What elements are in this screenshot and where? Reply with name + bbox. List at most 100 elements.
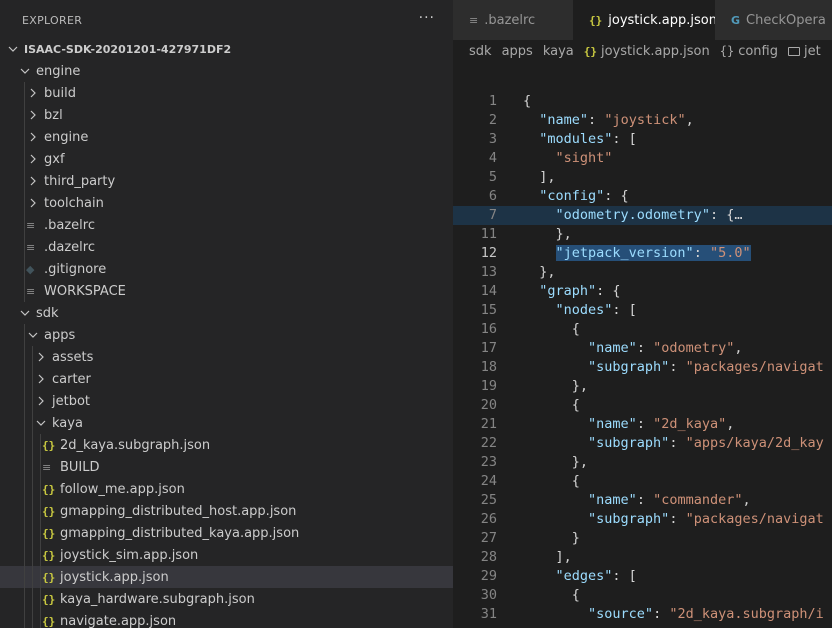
chevron-right-icon[interactable] <box>28 110 38 120</box>
line-number: 23 <box>480 454 497 470</box>
tree-item-label: 2d_kaya.subgraph.json <box>60 437 211 453</box>
code-line[interactable]: 15 "nodes": [ <box>453 301 832 320</box>
code-line[interactable]: 23 }, <box>453 453 832 472</box>
code-line[interactable]: 30 { <box>453 586 832 605</box>
more-actions-icon[interactable]: ··· <box>419 10 435 26</box>
chevron-down-icon[interactable] <box>8 44 18 54</box>
code-line[interactable]: 29 "edges": [ <box>453 567 832 586</box>
chevron-right-icon[interactable] <box>28 154 38 164</box>
indent-guide <box>24 412 25 434</box>
code-text: }, <box>523 264 556 280</box>
tree-file[interactable]: {} joystick.app.json <box>0 566 453 588</box>
chevron-right-icon[interactable] <box>28 88 38 98</box>
code-line[interactable]: 24 { <box>453 472 832 491</box>
tree-folder[interactable]: carter <box>0 368 453 390</box>
code-line[interactable]: 14 "graph": { <box>453 282 832 301</box>
chevron-right-icon[interactable] <box>36 396 46 406</box>
code-text: "odometry.odometry": {… <box>555 207 743 223</box>
code-line[interactable]: 19 }, <box>453 377 832 396</box>
chevron-down-icon[interactable] <box>20 66 30 76</box>
code-line[interactable]: 1{ <box>453 92 832 111</box>
code-line[interactable]: 5 ], <box>453 168 832 187</box>
code-line[interactable]: 3 "modules": [ <box>453 130 832 149</box>
tree-folder[interactable]: gxf <box>0 148 453 170</box>
tree-folder[interactable]: apps <box>0 324 453 346</box>
tree-folder[interactable]: kaya <box>0 412 453 434</box>
tree-folder[interactable]: sdk <box>0 302 453 324</box>
chevron-down-icon[interactable] <box>36 418 46 428</box>
indent-guide <box>40 588 41 610</box>
chevron-right-icon[interactable] <box>28 198 38 208</box>
tree-folder[interactable]: engine <box>0 60 453 82</box>
tree-file[interactable]: ≡ BUILD <box>0 456 453 478</box>
indent-guide <box>24 214 25 236</box>
code-line[interactable]: 28 ], <box>453 548 832 567</box>
tree-folder[interactable]: third_party <box>0 170 453 192</box>
tree-file[interactable]: {} 2d_kaya.subgraph.json <box>0 434 453 456</box>
breadcrumb-item[interactable]: joystick.app.json <box>601 44 710 59</box>
indent-guide <box>32 478 33 500</box>
code-line[interactable]: 13 }, <box>453 263 832 282</box>
chevron-down-icon[interactable] <box>28 330 38 340</box>
chevron-right-icon[interactable] <box>28 176 38 186</box>
tree-folder[interactable]: engine <box>0 126 453 148</box>
tree-file[interactable]: ≡ .dazelrc <box>0 236 453 258</box>
indent-guide <box>24 434 25 456</box>
breadcrumb-item[interactable]: config <box>738 44 778 59</box>
indent-guide <box>24 126 25 148</box>
code-line[interactable]: 21 "name": "2d_kaya", <box>453 415 832 434</box>
tree-file[interactable]: {} follow_me.app.json <box>0 478 453 500</box>
tree-file[interactable]: {} navigate.app.json <box>0 610 453 628</box>
code-line[interactable]: 22 "subgraph": "apps/kaya/2d_kay <box>453 434 832 453</box>
tree-folder[interactable]: bzl <box>0 104 453 126</box>
tree-item-label: WORKSPACE <box>44 283 126 299</box>
tree-folder[interactable]: jetbot <box>0 390 453 412</box>
tree-file[interactable]: {} gmapping_distributed_kaya.app.json <box>0 522 453 544</box>
breadcrumb-item[interactable]: jet <box>804 44 821 59</box>
tree-file[interactable]: {} joystick_sim.app.json <box>0 544 453 566</box>
code-line[interactable]: 7 "odometry.odometry": {… <box>453 206 832 225</box>
tree-folder[interactable]: build <box>0 82 453 104</box>
chevron-right-icon[interactable] <box>36 374 46 384</box>
code-text: "jetpack_version": "5.0" <box>555 245 751 261</box>
breadcrumb-item[interactable]: apps <box>502 44 533 59</box>
tree-item-label: BUILD <box>60 459 100 475</box>
line-number: 22 <box>480 435 497 451</box>
code-line[interactable]: 12 "jetpack_version": "5.0" <box>453 244 832 263</box>
code-line[interactable]: 27 } <box>453 529 832 548</box>
indent-guide <box>40 434 41 456</box>
code-line[interactable]: 16 { <box>453 320 832 339</box>
tab--bazelrc[interactable]: ≡ .bazelrc <box>453 0 573 40</box>
code-line[interactable]: 18 "subgraph": "packages/navigat <box>453 358 832 377</box>
tree-file[interactable]: ≡ WORKSPACE <box>0 280 453 302</box>
editor-tabs: ≡.bazelrc{}joystick.app.json×GCheckOpera <box>453 0 832 40</box>
tab-joystick-app-json[interactable]: {}joystick.app.json× <box>573 0 735 40</box>
breadcrumb-item[interactable]: sdk <box>469 44 492 59</box>
code-line[interactable]: 2 "name": "joystick", <box>453 111 832 130</box>
tree-folder[interactable]: toolchain <box>0 192 453 214</box>
code-text: "nodes": [ <box>555 302 637 318</box>
tree-file[interactable]: ≡ .bazelrc <box>0 214 453 236</box>
code-line[interactable]: 11 }, <box>453 225 832 244</box>
chevron-right-icon[interactable] <box>36 352 46 362</box>
code-line[interactable]: 6 "config": { <box>453 187 832 206</box>
breadcrumb-item[interactable]: kaya <box>543 44 574 59</box>
code-text: }, <box>523 226 572 242</box>
code-line[interactable]: 17 "name": "odometry", <box>453 339 832 358</box>
code-line[interactable]: 26 "subgraph": "packages/navigat <box>453 510 832 529</box>
chevron-right-icon[interactable] <box>28 132 38 142</box>
tree-folder[interactable]: ISAAC-SDK-20201201-427971DF2 <box>0 38 453 60</box>
tab-checkopera[interactable]: G CheckOpera <box>715 0 832 40</box>
indent-guide <box>24 148 25 170</box>
indent-guide <box>24 82 25 104</box>
tree-file[interactable]: {} gmapping_distributed_host.app.json <box>0 500 453 522</box>
indent-guide <box>32 566 33 588</box>
code-line[interactable]: 25 "name": "commander", <box>453 491 832 510</box>
tree-file[interactable]: {} kaya_hardware.subgraph.json <box>0 588 453 610</box>
tree-folder[interactable]: assets <box>0 346 453 368</box>
code-line[interactable]: 20 { <box>453 396 832 415</box>
tree-file[interactable]: ◆ .gitignore <box>0 258 453 280</box>
code-line[interactable]: 31 "source": "2d_kaya.subgraph/i <box>453 605 832 624</box>
code-line[interactable]: 4 "sight" <box>453 149 832 168</box>
chevron-down-icon[interactable] <box>20 308 30 318</box>
